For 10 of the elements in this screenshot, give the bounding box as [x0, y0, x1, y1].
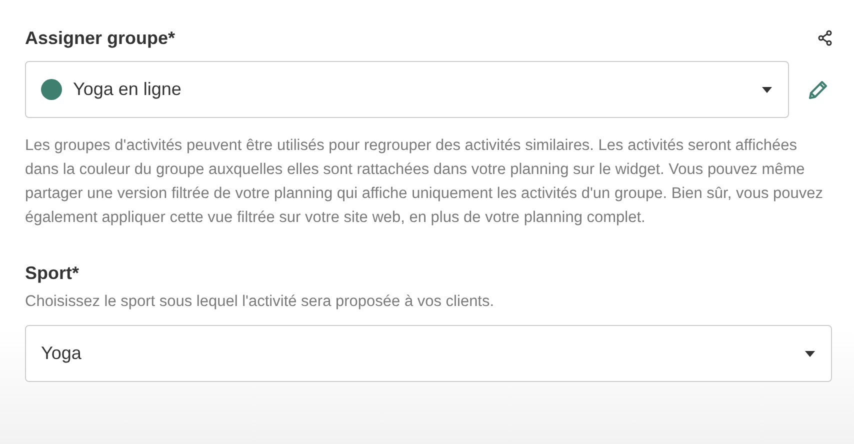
field-label: Sport*: [25, 263, 80, 284]
edit-icon[interactable]: [807, 78, 829, 100]
group-select[interactable]: Yoga en ligne: [25, 61, 789, 118]
share-icon[interactable]: [817, 30, 833, 46]
field-label: Assigner groupe*: [25, 28, 176, 48]
caret-icon: [762, 86, 772, 92]
description-text: Les groupes d'activités peuvent être utilisés pour regrouper des activités similaires. Les activités seront affichées dans la couleur du groupe auxquelles elles sont rattachées dans votre planning sur le widget. Vous pouvez même partager une version filtrée de votre planning qui affiche uniquement les activités d'un groupe. Bien sûr, vous pouvez également appliquer cette vue filtrée sur votre site web, en plus de votre planning complet.: [25, 136, 824, 228]
caret-icon: [805, 350, 815, 356]
hint-text: Choisissez le sport sous lequel l'activité sera proposée à vos clients.: [25, 293, 496, 311]
sport-select[interactable]: Yoga: [25, 325, 832, 382]
